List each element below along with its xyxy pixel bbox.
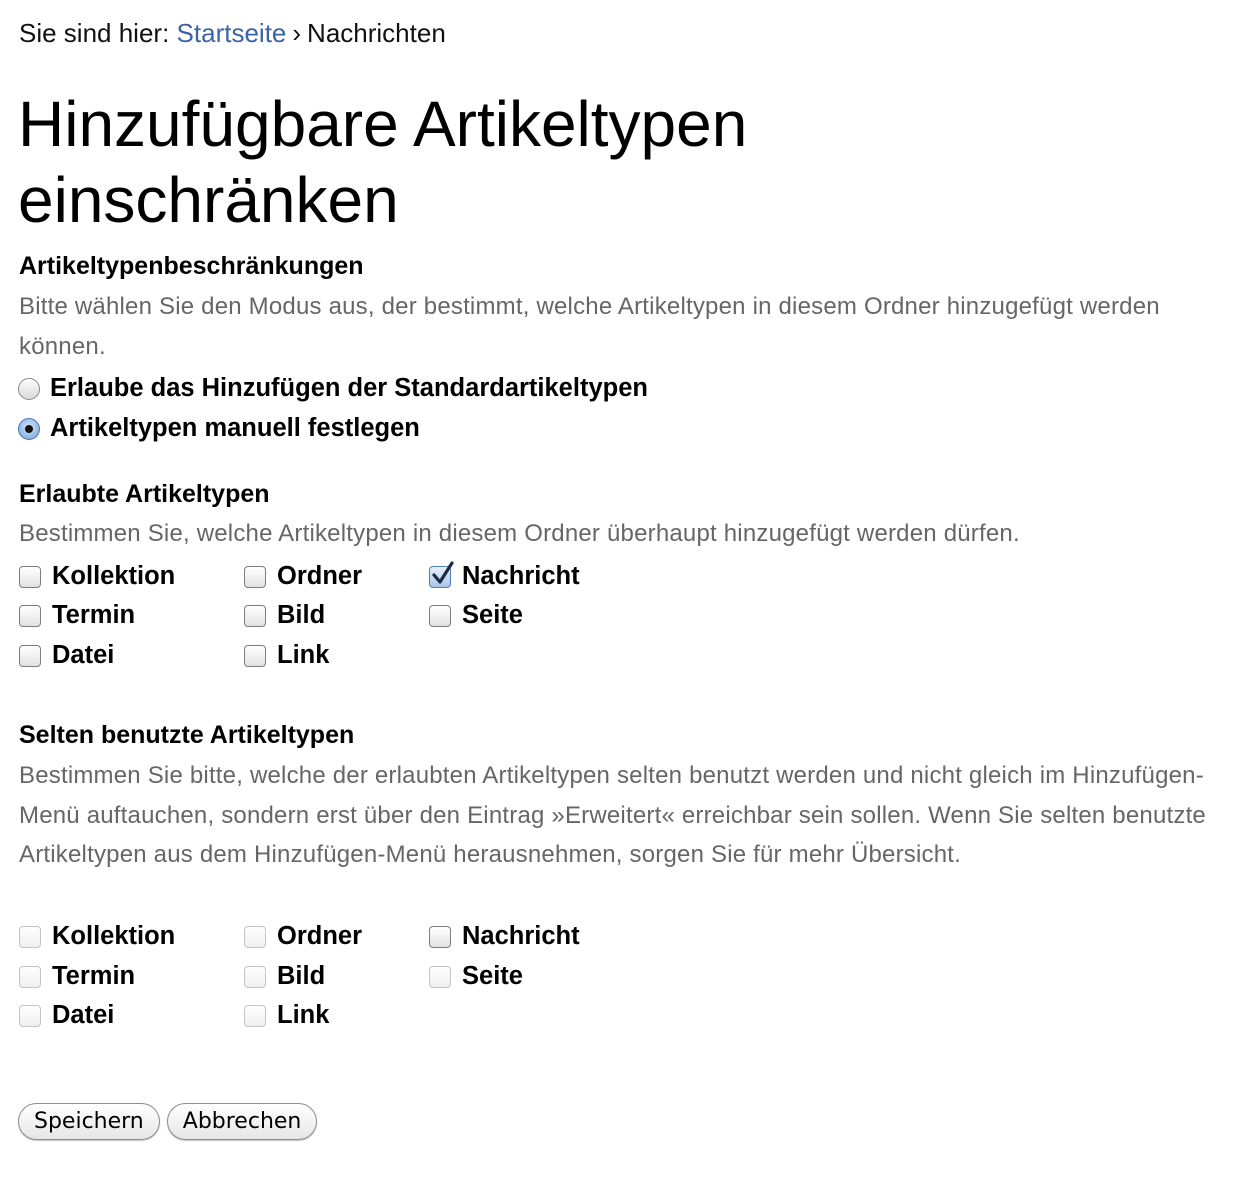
radio-manual-types-label: Artikeltypen manuell festlegen <box>50 414 420 442</box>
checkbox-label: Kollektion <box>52 562 176 590</box>
allowed-types-heading: Erlaubte Artikeltypen <box>19 480 270 508</box>
allowed-checkbox-termin[interactable]: Termin <box>19 601 135 630</box>
secondary-types-heading: Selten benutzte Artikeltypen <box>19 721 355 749</box>
secondary-checkbox-bild[interactable]: Bild <box>244 962 325 991</box>
checkbox-control[interactable] <box>19 565 41 588</box>
checkbox-control[interactable] <box>429 560 454 588</box>
checkbox-label: Ordner <box>277 922 363 950</box>
checkbox-label: Link <box>277 641 330 669</box>
checkbox-control[interactable] <box>244 644 266 667</box>
checkbox-control[interactable] <box>19 604 41 627</box>
secondary-checkbox-ordner[interactable]: Ordner <box>244 922 362 951</box>
secondary-checkbox-termin[interactable]: Termin <box>19 962 135 991</box>
checkbox-control[interactable] <box>19 965 41 988</box>
allowed-checkbox-datei[interactable]: Datei <box>19 641 114 670</box>
allowed-types-help: Bestimmen Sie, welche Artikeltypen in di… <box>19 520 1020 547</box>
breadcrumb-separator: › <box>292 18 302 48</box>
secondary-checkbox-link[interactable]: Link <box>244 1001 329 1030</box>
checkbox-control[interactable] <box>244 1004 266 1027</box>
allowed-checkbox-nachricht[interactable]: Nachricht <box>429 560 580 591</box>
breadcrumb-current: Nachrichten <box>307 18 446 48</box>
radio-manual-types-control[interactable] <box>18 417 40 440</box>
secondary-checkbox-kollektion[interactable]: Kollektion <box>19 922 175 951</box>
radio-selected-dot <box>25 424 33 433</box>
allowed-checkbox-ordner[interactable]: Ordner <box>244 562 362 591</box>
checkbox-label: Bild <box>277 962 326 990</box>
checkbox-label: Datei <box>52 641 115 669</box>
radio-default-types-label: Erlaube das Hinzufügen der Standardartik… <box>50 374 648 402</box>
checkbox-label: Seite <box>462 962 523 990</box>
checkbox-control[interactable] <box>429 925 451 948</box>
form-buttons: Speichern Abbrechen <box>18 1103 318 1140</box>
restrictions-help: Bitte wählen Sie den Modus aus, der best… <box>19 293 1160 360</box>
restrictions-heading: Artikeltypenbeschränkungen <box>19 252 364 280</box>
checkbox-control[interactable] <box>244 925 266 948</box>
secondary-checkbox-datei[interactable]: Datei <box>19 1001 114 1030</box>
checkbox-label: Ordner <box>277 562 363 590</box>
checkbox-control[interactable] <box>244 965 266 988</box>
checkbox-label: Link <box>277 1001 330 1029</box>
checkbox-control[interactable] <box>19 1004 41 1027</box>
radio-default-types-control[interactable] <box>18 377 40 400</box>
radio-default-types[interactable]: Erlaube das Hinzufügen der Standardartik… <box>18 374 648 403</box>
checkbox-label: Bild <box>277 601 326 629</box>
checkbox-label: Datei <box>52 1001 115 1029</box>
checkbox-label: Seite <box>462 601 523 629</box>
checkmark-icon <box>432 560 454 584</box>
secondary-types-help: Bestimmen Sie bitte, welche der erlaubte… <box>19 762 1206 868</box>
radio-manual-types[interactable]: Artikeltypen manuell festlegen <box>18 414 420 443</box>
allowed-checkbox-kollektion[interactable]: Kollektion <box>19 562 175 591</box>
breadcrumb: Sie sind hier: Startseite › Nachrichten <box>19 18 446 49</box>
page-title: Hinzufügbare Artikeltypen einschränken <box>18 88 748 236</box>
checkbox-control[interactable] <box>429 604 451 627</box>
checkbox-label: Nachricht <box>462 562 580 590</box>
checkbox-label: Nachricht <box>462 922 580 950</box>
secondary-checkbox-seite[interactable]: Seite <box>429 962 523 991</box>
checkbox-control[interactable] <box>429 965 451 988</box>
checkbox-label: Termin <box>52 601 136 629</box>
cancel-button[interactable]: Abbrechen <box>166 1103 318 1140</box>
checkbox-control[interactable] <box>19 925 41 948</box>
checkbox-control[interactable] <box>244 565 266 588</box>
checkbox-control[interactable] <box>19 644 41 667</box>
breadcrumb-home-link[interactable]: Startseite <box>177 18 287 48</box>
breadcrumb-prefix: Sie sind hier: <box>19 18 170 48</box>
save-button[interactable]: Speichern <box>18 1103 160 1140</box>
page: Sie sind hier: Startseite › Nachrichten Hi… <box>0 0 1252 1184</box>
checkbox-control[interactable] <box>244 604 266 627</box>
checkbox-label: Termin <box>52 962 136 990</box>
checkbox-label: Kollektion <box>52 922 176 950</box>
secondary-checkbox-nachricht[interactable]: Nachricht <box>429 922 580 951</box>
allowed-checkbox-seite[interactable]: Seite <box>429 601 523 630</box>
allowed-checkbox-bild[interactable]: Bild <box>244 601 325 630</box>
allowed-checkbox-link[interactable]: Link <box>244 641 329 670</box>
